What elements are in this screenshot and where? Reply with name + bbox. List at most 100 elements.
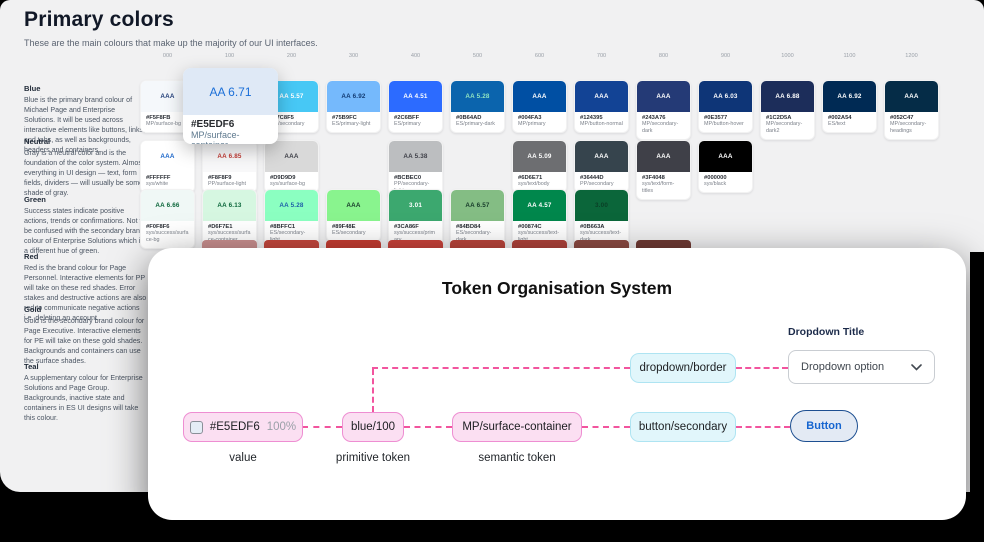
contrast-badge: AAA bbox=[532, 93, 547, 100]
connector-semantic-button-token bbox=[582, 426, 630, 428]
swatch-neutral-600[interactable]: AA 5.09 #6D6E71 sys/text/body bbox=[512, 140, 567, 193]
swatch-token: PP/surface-light bbox=[208, 181, 247, 187]
swatch-neutral-700[interactable]: AAA #36444D PP/secondary bbox=[574, 140, 629, 193]
swatch-neutral-000[interactable]: AAA #FFFFFF sys/white bbox=[140, 140, 195, 193]
swatch-token: sys/surface-bg bbox=[270, 181, 306, 187]
column-header-700: 700 bbox=[596, 53, 607, 59]
swatch-blue-1200[interactable]: AAA #052C47 MP/secondary-headings bbox=[884, 80, 939, 140]
column-header-600: 600 bbox=[534, 53, 545, 59]
swatch-token: ES/primary bbox=[394, 121, 421, 127]
swatch-green-300[interactable]: AAA #89F48E ES/secondary bbox=[326, 189, 381, 242]
contrast-badge: AA 4.57 bbox=[527, 202, 552, 209]
swatch-blue-800[interactable]: AAA #243A76 MP/secondary-dark bbox=[636, 80, 691, 140]
contrast-badge: AAA bbox=[718, 153, 733, 160]
semantic-token-node: MP/surface-container bbox=[452, 412, 582, 442]
contrast-badge: AA 6.57 bbox=[465, 202, 490, 209]
value-label: value bbox=[229, 452, 257, 464]
swatch-blue-1000[interactable]: AA 6.88 #1C2D5A MP/secondary-dark2 bbox=[760, 80, 815, 140]
value-node: #E5EDF6 100% bbox=[183, 412, 303, 442]
contrast-badge: 3.01 bbox=[408, 202, 423, 209]
semantic-token-label: semantic token bbox=[478, 452, 556, 464]
column-header-800: 800 bbox=[658, 53, 669, 59]
swatch-blue-1100[interactable]: AA 6.92 #002A54 ES/text bbox=[822, 80, 877, 133]
dropdown-border-token-node: dropdown/border bbox=[630, 353, 736, 383]
primitive-token-text: blue/100 bbox=[350, 421, 396, 433]
swatch-token: ES/secondary bbox=[332, 230, 366, 236]
connector-buttontoken-button bbox=[736, 426, 790, 428]
canvas-gap bbox=[970, 252, 984, 492]
swatch-blue-600[interactable]: AAA #004FA3 MP/primary bbox=[512, 80, 567, 133]
swatch-token: sys/text/form-titles bbox=[642, 181, 675, 194]
column-header-1000: 1000 bbox=[781, 53, 794, 59]
button-component-label: Button bbox=[806, 420, 842, 432]
column-header-200: 200 bbox=[286, 53, 297, 59]
swatch-token: MP/button-hover bbox=[704, 121, 744, 127]
connector-value-primitive bbox=[302, 426, 342, 428]
swatch-token: ES/primary-dark bbox=[456, 121, 495, 127]
swatch-token: sys/black bbox=[704, 181, 727, 187]
swatch-blue-700[interactable]: AAA #124395 MP/button-normal bbox=[574, 80, 629, 133]
connector-dropdowntoken-dropdown bbox=[736, 367, 788, 369]
contrast-badge: AAA bbox=[160, 93, 175, 100]
primitive-token-label: primitive token bbox=[335, 452, 411, 464]
column-header-400: 400 bbox=[410, 53, 421, 59]
tooltip-hex: #E5EDF6 bbox=[191, 119, 235, 130]
page-title: Primary colors bbox=[24, 8, 174, 31]
swatch-token: sys/text/body bbox=[518, 181, 550, 187]
column-header-1100: 1100 bbox=[843, 53, 856, 59]
swatch-token: ES/text bbox=[828, 121, 846, 127]
contrast-badge: AAA bbox=[656, 153, 671, 160]
chevron-down-icon bbox=[911, 363, 922, 371]
contrast-badge: AA 5.28 bbox=[279, 202, 304, 209]
swatch-token: sys/white bbox=[146, 181, 169, 187]
dropdown-control[interactable]: Dropdown option bbox=[788, 350, 935, 384]
column-header-1200: 1200 bbox=[905, 53, 918, 59]
contrast-badge: AA 6.66 bbox=[155, 202, 180, 209]
column-header-900: 900 bbox=[720, 53, 731, 59]
description-green: Green Success states indicate positive ac… bbox=[24, 195, 146, 255]
tooltip-token: MP/surface-container bbox=[191, 130, 240, 144]
column-header-500: 500 bbox=[472, 53, 483, 59]
primitive-token-node: blue/100 bbox=[342, 412, 404, 442]
swatch-token: MP/secondary-dark bbox=[642, 121, 679, 134]
value-opacity: 100% bbox=[266, 421, 297, 433]
connector-primitive-semantic bbox=[404, 426, 452, 428]
swatch-token: ES/primary-light bbox=[332, 121, 371, 127]
swatch-token: sys/success/surface-bg bbox=[146, 230, 189, 243]
token-organisation-card: Token Organisation System #E5EDF6 100% b… bbox=[148, 248, 966, 520]
contrast-badge: AA 6.92 bbox=[341, 93, 366, 100]
swatch-neutral-900[interactable]: AAA #000000 sys/black bbox=[698, 140, 753, 193]
contrast-badge: AAA bbox=[346, 202, 361, 209]
card-title: Token Organisation System bbox=[441, 278, 673, 298]
dropdown-selected-option: Dropdown option bbox=[801, 361, 885, 373]
contrast-badge: AAA bbox=[284, 153, 299, 160]
swatch-tooltip: AA 6.71 #E5EDF6 MP/surface-container bbox=[183, 68, 278, 144]
contrast-badge: AA 6.03 bbox=[713, 93, 738, 100]
swatch-neutral-100[interactable]: AA 6.85 #F8F8F9 PP/surface-light bbox=[202, 140, 257, 193]
contrast-badge: AAA bbox=[904, 93, 919, 100]
contrast-badge: AA 5.09 bbox=[527, 153, 552, 160]
swatch-blue-300[interactable]: AA 6.92 #75B9FC ES/primary-light bbox=[326, 80, 381, 133]
tooltip-color-preview: AA 6.71 bbox=[183, 68, 278, 115]
swatch-token: PP/secondary bbox=[580, 181, 614, 187]
contrast-badge: AA 6.85 bbox=[217, 153, 242, 160]
contrast-badge: AA 5.57 bbox=[279, 93, 304, 100]
canvas: Primary colors These are the main colour… bbox=[0, 0, 984, 542]
swatch-token: MP/secondary-dark2 bbox=[766, 121, 803, 134]
description-neutral: Neutral Gray is a neutral color and is th… bbox=[24, 137, 144, 197]
swatch-blue-500[interactable]: AA 5.28 #0B64AD ES/primary-dark bbox=[450, 80, 505, 133]
swatch-token: MP/secondary-headings bbox=[890, 121, 927, 134]
button-component[interactable]: Button bbox=[790, 410, 858, 442]
swatch-blue-400[interactable]: AA 4.51 #2C6BFF ES/primary bbox=[388, 80, 443, 133]
column-header-000: 000 bbox=[162, 53, 173, 59]
swatch-green-000[interactable]: AA 6.66 #F0F8F6 sys/success/surface-bg bbox=[140, 189, 195, 249]
contrast-badge: AA 6.13 bbox=[217, 202, 242, 209]
contrast-badge: AAA bbox=[594, 93, 609, 100]
swatch-neutral-200[interactable]: AAA #D9D9D9 sys/surface-bg bbox=[264, 140, 319, 193]
dropdown-border-token-text: dropdown/border bbox=[639, 362, 727, 374]
semantic-token-text: MP/surface-container bbox=[462, 421, 572, 433]
swatch-neutral-800[interactable]: AAA #3F4048 sys/text/form-titles bbox=[636, 140, 691, 200]
swatch-blue-900[interactable]: AA 6.03 #0E3577 MP/button-hover bbox=[698, 80, 753, 133]
contrast-badge: AA 6.88 bbox=[775, 93, 800, 100]
swatch-token: MP/primary bbox=[518, 121, 546, 127]
